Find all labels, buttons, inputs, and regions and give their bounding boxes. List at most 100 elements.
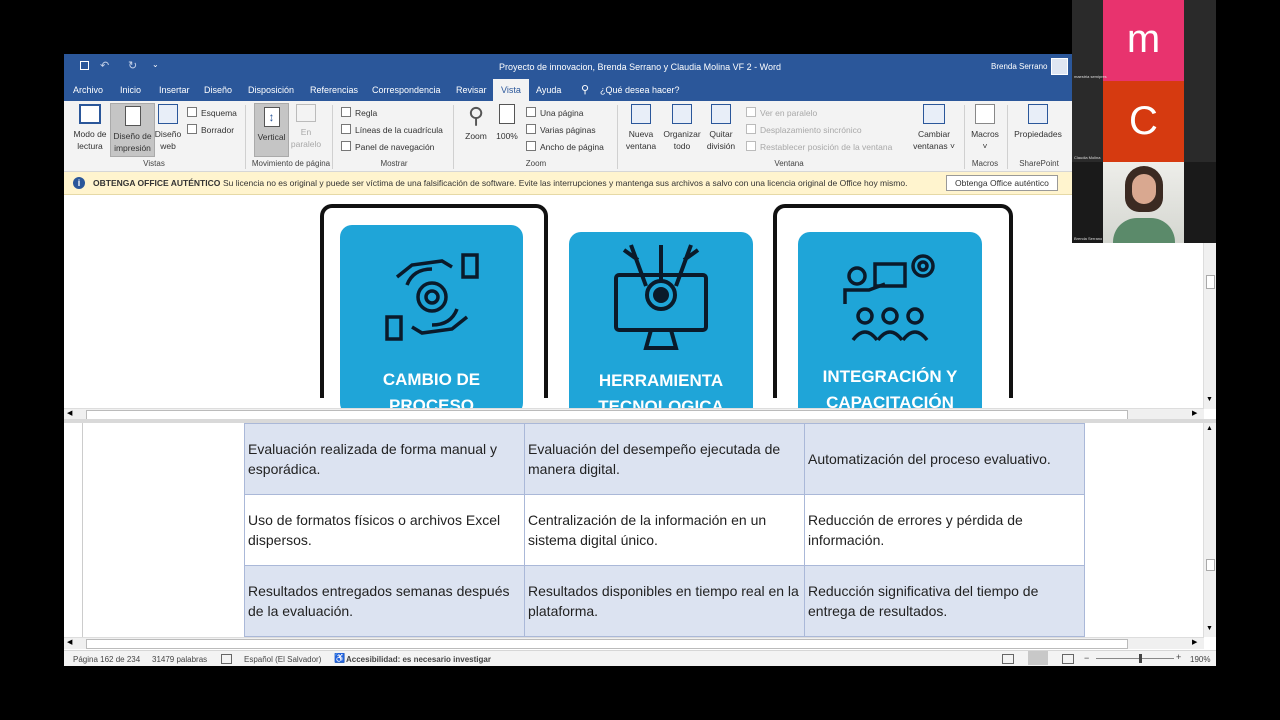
comparison-table: Evaluación realizada de forma manual y e…: [244, 423, 1085, 637]
draft-icon: [187, 124, 197, 134]
panel-navegacion-checkbox[interactable]: Panel de navegación: [341, 141, 434, 153]
save-icon[interactable]: [80, 61, 89, 70]
outline-icon: [187, 107, 197, 117]
scroll-down-arrow-bottom[interactable]: ▼: [1206, 625, 1213, 632]
page-count[interactable]: Página 162 de 234: [73, 655, 140, 664]
redo-icon[interactable]: ↻: [128, 59, 137, 72]
hscroll-thumb-bottom[interactable]: [86, 639, 1128, 649]
scroll-left-arrow-top[interactable]: ◀: [67, 409, 72, 417]
one-page-icon: [526, 107, 536, 117]
zoom-100-button[interactable]: 100%: [493, 104, 521, 142]
scroll-up-arrow-bottom[interactable]: ▲: [1206, 425, 1213, 432]
organizar-todo-button[interactable]: Organizar todo: [661, 104, 703, 152]
tell-me-search[interactable]: ¿Qué desea hacer?: [600, 85, 680, 95]
tab-vista[interactable]: Vista: [493, 79, 529, 101]
tab-inicio[interactable]: Inicio: [120, 85, 141, 95]
horizontal-scrollbar-bottom[interactable]: ◀ ▶: [64, 637, 1204, 649]
desplazamiento-sincronico-button[interactable]: Desplazamiento sincrónico: [746, 124, 862, 136]
diseno-web-button[interactable]: Diseño web: [153, 104, 183, 152]
vertical-scroll-icon: ↕: [263, 107, 280, 127]
participant-name-3: Brenda Serrano: [1074, 236, 1103, 241]
esquema-button[interactable]: Esquema: [187, 107, 237, 119]
quitar-division-button[interactable]: Quitar división: [702, 104, 740, 152]
cambiar-ventanas-button[interactable]: Cambiar ventanas ˅: [910, 104, 958, 152]
restablecer-posicion-button[interactable]: Restablecer posición de la ventana: [746, 141, 892, 153]
table-cell: Evaluación del desempeño ejecutada de ma…: [524, 423, 805, 495]
web-page-icon: [158, 104, 178, 124]
tab-correspondencia[interactable]: Correspondencia: [372, 85, 441, 95]
group-macros-label: Macros: [971, 159, 999, 168]
user-name[interactable]: Brenda Serrano: [991, 62, 1047, 71]
una-pagina-button[interactable]: Una página: [526, 107, 583, 119]
table-cell: Resultados entregados semanas después de…: [244, 565, 525, 637]
switch-windows-icon: [923, 104, 945, 124]
scroll-right-arrow-top[interactable]: ▶: [1192, 409, 1197, 417]
tab-referencias[interactable]: Referencias: [310, 85, 358, 95]
computer-gear-icon: [614, 244, 708, 350]
accessibility-status[interactable]: Accesibilidad: es necesario investigar: [346, 655, 491, 664]
new-window-icon: [631, 104, 651, 124]
zoom-button[interactable]: ⚲ Zoom: [461, 104, 491, 142]
sync-scroll-icon: [746, 124, 756, 134]
scroll-thumb-top[interactable]: [1206, 275, 1215, 289]
group-movimiento-label: Movimiento de página: [251, 159, 331, 168]
propiedades-button[interactable]: Propiedades: [1011, 104, 1065, 140]
nueva-ventana-button[interactable]: Nueva ventana: [622, 104, 660, 152]
side-by-side-icon: [296, 104, 316, 122]
tab-revisar[interactable]: Revisar: [456, 85, 487, 95]
user-avatar[interactable]: [1051, 58, 1068, 75]
diseno-impresion-button[interactable]: Diseño de impresión: [110, 103, 155, 157]
message-text: Su licencia no es original y puede ser v…: [223, 178, 908, 188]
customize-toolbar-icon[interactable]: ⌄: [152, 60, 159, 69]
scroll-left-arrow-bottom[interactable]: ◀: [67, 638, 72, 646]
undo-icon[interactable]: ↶: [100, 59, 109, 72]
card-title-3: INTEGRACIÓN Y: [822, 367, 958, 386]
proofing-icon[interactable]: [221, 654, 232, 664]
table-row: Resultados entregados semanas después de…: [244, 565, 1085, 637]
ancho-pagina-button[interactable]: Ancho de página: [526, 141, 604, 153]
tab-disposicion[interactable]: Disposición: [248, 85, 294, 95]
tab-ayuda[interactable]: Ayuda: [536, 85, 561, 95]
side-by-side-small-icon: [746, 107, 756, 117]
modo-lectura-button[interactable]: Modo de lectura: [68, 104, 112, 152]
vertical-scrollbar-bottom[interactable]: ▲ ▼: [1203, 423, 1216, 637]
scroll-right-arrow-bottom[interactable]: ▶: [1192, 638, 1197, 646]
zoom-out-icon[interactable]: −: [1084, 653, 1089, 663]
zoom-in-icon[interactable]: +: [1176, 652, 1181, 662]
magnifier-icon: ⚲: [467, 103, 485, 128]
tab-diseno[interactable]: Diseño: [204, 85, 232, 95]
en-paralelo-button[interactable]: En paralelo: [290, 104, 322, 150]
regla-checkbox[interactable]: Regla: [341, 107, 377, 119]
language[interactable]: Español (El Salvador): [244, 655, 321, 664]
participant-tile-1: m maestria semipres: [1072, 0, 1216, 81]
word-count[interactable]: 31479 palabras: [152, 655, 207, 664]
card-cambio-proceso: CAMBIO DE PROCESO: [340, 225, 523, 409]
print-layout-icon[interactable]: [1028, 651, 1048, 665]
table-cell: Evaluación realizada de forma manual y e…: [244, 423, 525, 495]
web-layout-icon[interactable]: [1062, 654, 1074, 664]
read-mode-icon[interactable]: [1002, 654, 1014, 664]
tab-insertar[interactable]: Insertar: [159, 85, 190, 95]
tab-archivo[interactable]: Archivo: [73, 85, 103, 95]
borrador-button[interactable]: Borrador: [187, 124, 234, 136]
table-cell: Reducción de errores y pérdida de inform…: [804, 494, 1085, 566]
vertical-button[interactable]: ↕ Vertical: [254, 103, 289, 157]
zoom-slider-thumb[interactable]: [1139, 654, 1142, 663]
zoom-slider[interactable]: [1096, 658, 1174, 659]
participant-tile-2: C Claudia Molina: [1072, 81, 1216, 162]
card-subtitle-3: CAPACITACIÓN: [826, 393, 954, 409]
ver-paralelo-button[interactable]: Ver en paralelo: [746, 107, 817, 119]
table-cell: Resultados disponibles en tiempo real en…: [524, 565, 805, 637]
scroll-down-arrow-top[interactable]: ▼: [1206, 396, 1213, 403]
lineas-cuadricula-checkbox[interactable]: Líneas de la cuadrícula: [341, 124, 443, 136]
arrange-all-icon: [672, 104, 692, 124]
obtain-office-button[interactable]: Obtenga Office auténtico: [946, 175, 1058, 191]
lightbulb-icon: ⚲: [581, 84, 590, 96]
card-herramienta: HERRAMIENTA TECNOLOGICA: [569, 232, 753, 409]
info-icon: i: [73, 177, 85, 189]
accessibility-icon[interactable]: ♿: [334, 653, 345, 664]
macros-button[interactable]: Macros ˅: [968, 104, 1002, 152]
zoom-level[interactable]: 190%: [1190, 655, 1210, 664]
varias-paginas-button[interactable]: Varias páginas: [526, 124, 596, 136]
scroll-thumb-bottom[interactable]: [1206, 559, 1215, 571]
